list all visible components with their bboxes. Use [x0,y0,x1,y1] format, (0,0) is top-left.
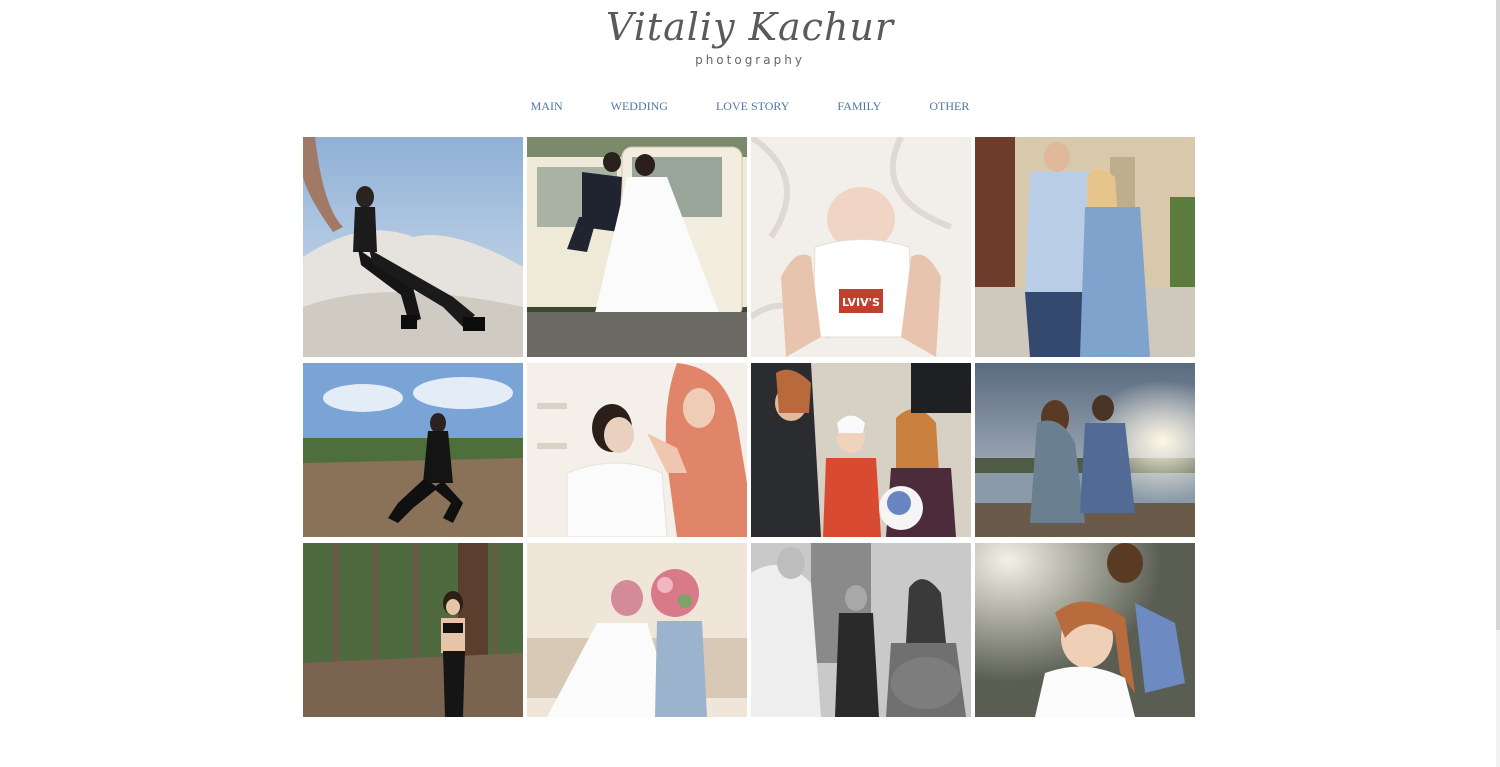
photo-bride-makeup [527,363,747,537]
site-logo[interactable]: Vitaliy Kachur photography [600,0,900,80]
photo-couple-house [975,137,1195,357]
photo-dune-woman [303,137,523,357]
logo-subtitle: photography [695,53,805,67]
baby-shirt-text: LVIV'S [842,296,880,309]
photo-tile[interactable] [303,543,523,717]
photo-tile[interactable] [527,543,747,717]
photo-tile[interactable] [303,363,523,537]
nav-item-family[interactable]: FAMILY [837,98,881,114]
nav-item-love-story[interactable]: LOVE STORY [716,98,789,114]
photo-baby: LVIV'S [751,137,971,357]
photo-tile[interactable] [975,363,1195,537]
photo-tile[interactable] [975,137,1195,357]
photo-field-woman [303,363,523,537]
nav-item-other[interactable]: OTHER [929,98,969,114]
photo-tile[interactable] [527,363,747,537]
photo-couple-lake [975,363,1195,537]
nav-item-wedding[interactable]: WEDDING [611,98,668,114]
logo-script: Vitaliy Kachur [605,5,895,49]
photo-christening [751,543,971,717]
photo-grid: LVIV'S [303,137,1195,717]
main-nav: MAIN WEDDING LOVE STORY FAMILY OTHER [0,98,1500,114]
nav-item-main[interactable]: MAIN [531,98,563,114]
photo-sunlight-woman [975,543,1195,717]
photo-tile[interactable]: LVIV'S [751,137,971,357]
photo-bride-flowers [527,543,747,717]
photo-tile[interactable] [303,137,523,357]
photo-family-child [751,363,971,537]
scrollbar-thumb[interactable] [1496,0,1500,630]
photo-tile[interactable] [975,543,1195,717]
photo-tile[interactable] [751,543,971,717]
photo-tile[interactable] [527,137,747,357]
photo-tile[interactable] [751,363,971,537]
photo-forest-woman [303,543,523,717]
photo-wedding-car [527,137,747,357]
